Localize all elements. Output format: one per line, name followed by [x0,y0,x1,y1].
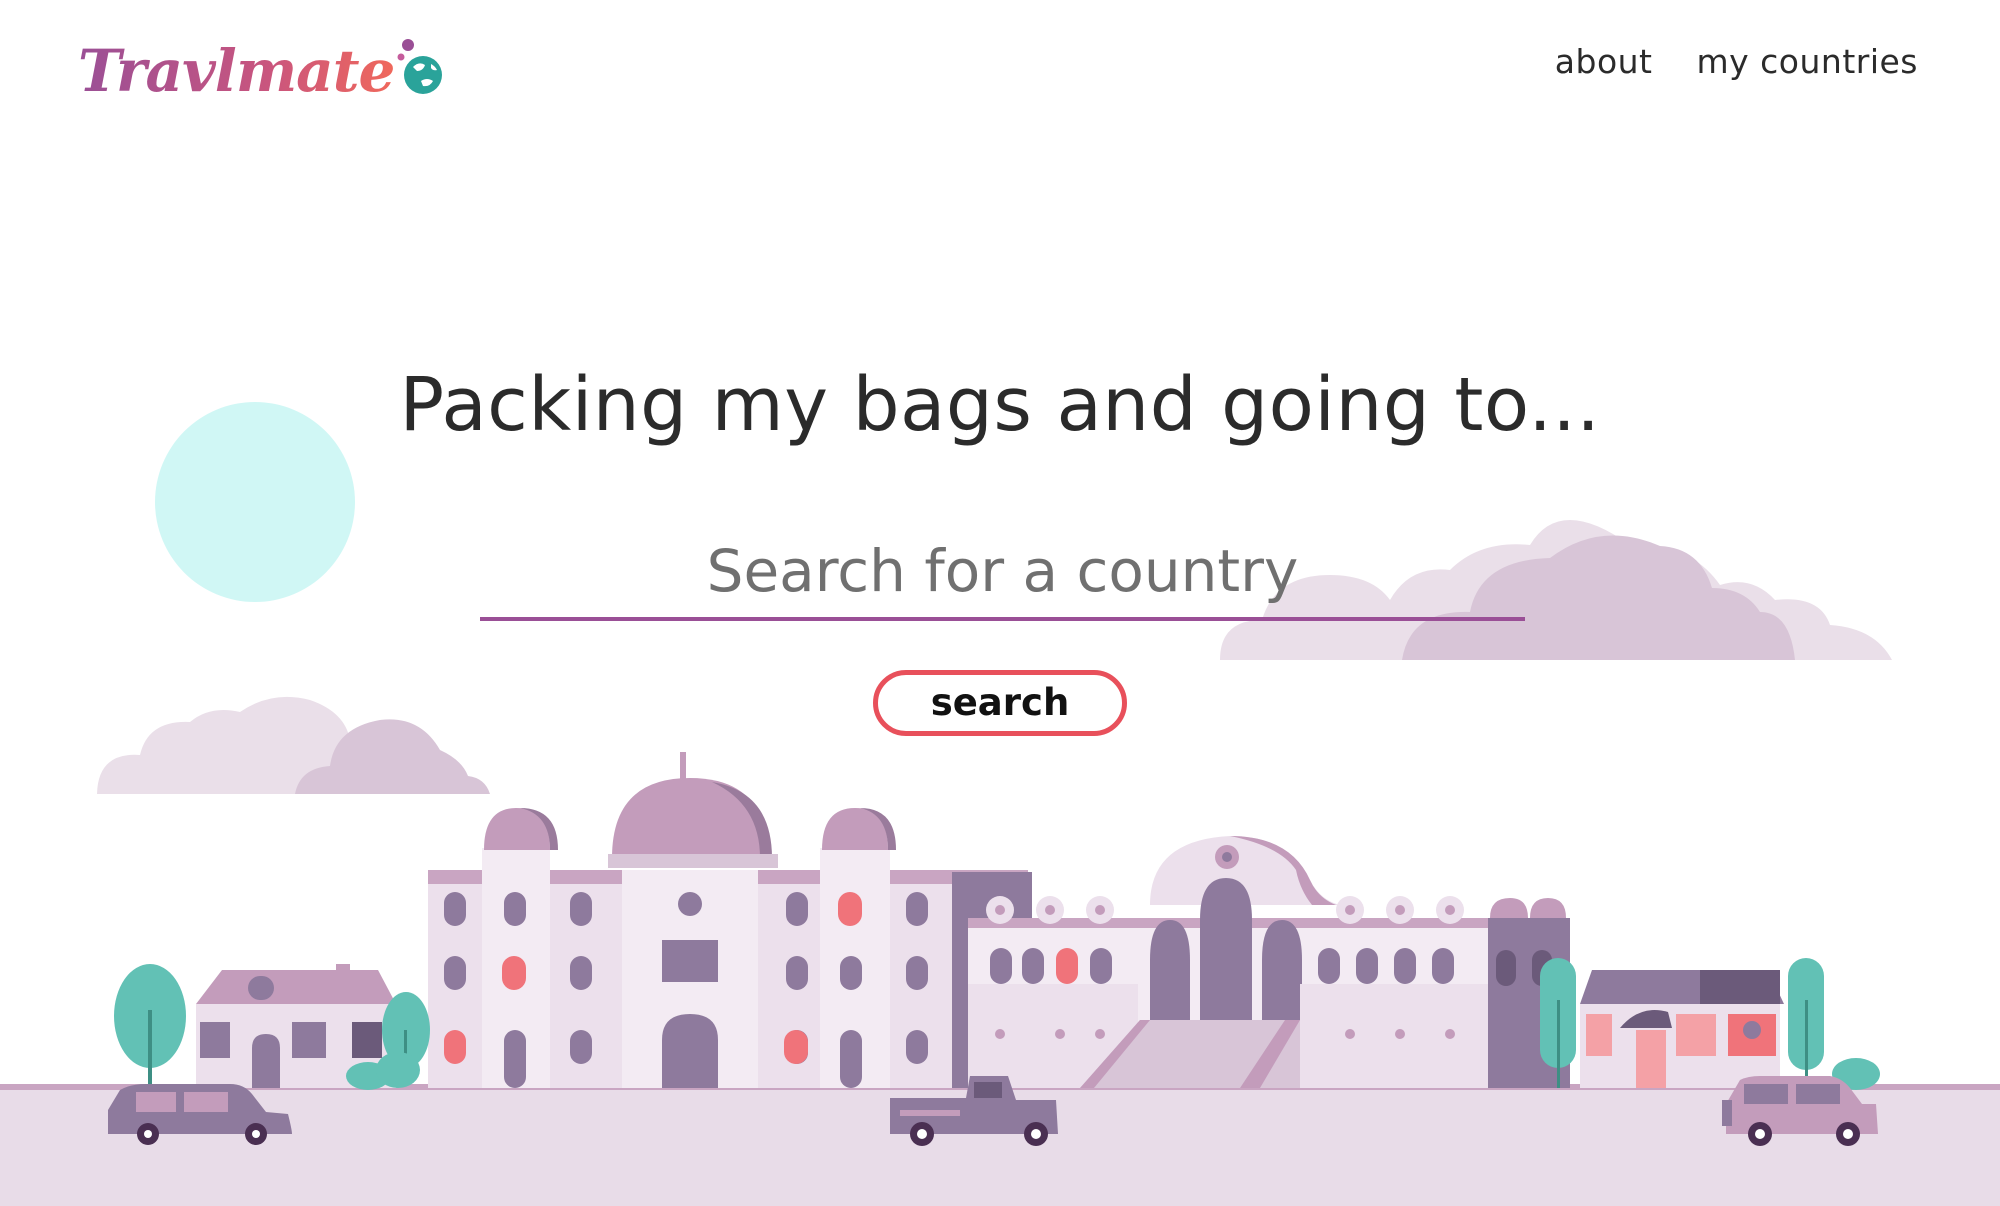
hero-headline: Packing my bags and going to... [399,362,1601,448]
mosque [968,836,1570,1088]
country-search-input[interactable] [480,525,1525,621]
search-button[interactable]: search [873,670,1127,736]
house-right [1580,970,1784,1088]
cloud-left [97,696,490,794]
palace [428,752,1032,1088]
